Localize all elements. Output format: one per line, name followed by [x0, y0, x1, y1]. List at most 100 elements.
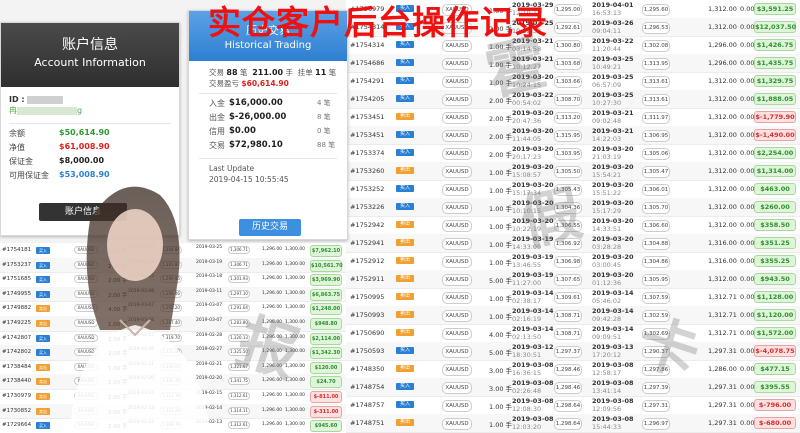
profit-loss: $355.25 [754, 255, 796, 267]
close-date: 2019-03-20 [592, 235, 634, 243]
open-time: 11:27:00 [512, 279, 542, 287]
order-type-badge: 卖出 [396, 257, 414, 264]
profit-loss: $-680.00 [754, 417, 796, 429]
table-row[interactable]: #1754291 买入 XAUUSD 1.00 手 2019-03-20 10:24:15… [346, 72, 800, 91]
stop-loss: 1,297.31 [708, 401, 737, 409]
profit-loss: $1,329.75 [754, 75, 796, 87]
symbol-pill: XAUUSD [442, 292, 472, 304]
close-date: 2019-03-26 [592, 19, 634, 27]
stop-loss: 1,286.00 [708, 365, 737, 373]
stop-loss: 1,312.00 [708, 95, 737, 103]
profit-loss: $-811.00 [310, 391, 342, 403]
stop-loss: 1,312.00 [708, 131, 737, 139]
summary-trade-unit: 笔 [239, 68, 248, 77]
order-id: #1748751 [350, 419, 385, 427]
open-time: 02:26:48 [512, 387, 542, 395]
order-type-badge: 买入 [36, 247, 50, 254]
take-profit: 0.00 [740, 257, 755, 265]
table-row[interactable]: #1750690 卖出 XAUUSD 4.00 手 2019-03-14 02:13:50… [346, 324, 800, 343]
table-row[interactable]: #1748350 卖出 XAUUSD 3.00 手 2019-03-08 16:36:15… [346, 360, 800, 379]
open-price: 1,313.20 [554, 112, 582, 124]
close-date: 2019-03-20 [592, 217, 634, 225]
table-row[interactable]: #1748754 买入 XAUUSD 3.00 手 2019-03-08 02:26:48… [346, 378, 800, 397]
order-id: #1753226 [350, 203, 385, 211]
open-time: 12:08:30 [512, 405, 542, 413]
stop-loss: 1,316.00 [708, 239, 737, 247]
order-type-badge: 买入 [396, 185, 414, 192]
account-name-prefix: 冉 [9, 106, 17, 115]
close-time: 11:20:44 [592, 45, 622, 53]
table-row[interactable]: #1754686 买入 XAUUSD 1.00 手 2019-03-21 10:12:27… [346, 54, 800, 73]
page-banner: 实仓客户后台操作记录 [208, 3, 548, 42]
take-profit: 1,300.00 [285, 247, 306, 252]
account-card-header: 账户信息 Account Information [1, 23, 179, 87]
profit-loss: $3,591.25 [754, 3, 796, 15]
open-time: 20:47:36 [512, 117, 542, 125]
profit-loss: $1,314.00 [754, 165, 796, 177]
history-trade-button[interactable]: 历史交易 [239, 219, 301, 236]
take-profit: 0.00 [740, 383, 755, 391]
table-row[interactable]: #1752912 卖出 XAUUSD 1.00 手 2019-03-19 13:46:55… [346, 252, 800, 271]
close-time: 15:44:33 [592, 423, 622, 431]
close-price: 1,296.53 [642, 22, 670, 34]
stop-loss: 1,297.31 [708, 347, 737, 355]
order-type-badge: 买入 [396, 77, 414, 84]
order-id: #1749882 [2, 305, 32, 312]
take-profit: 0.00 [740, 203, 755, 211]
profit-loss: $7,962.10 [310, 245, 342, 257]
order-id: #1750993 [350, 311, 385, 319]
take-profit: 0.00 [740, 167, 755, 175]
order-id: #1751685 [2, 276, 32, 283]
close-price: 1,314.11 [228, 406, 250, 415]
stop-loss: 1,312.00 [708, 149, 737, 157]
balance-label: 净值 [9, 143, 25, 152]
table-row[interactable]: #1750593 买入 XAUUSD 5.00 手 2019-03-12 18:30:51… [346, 342, 800, 361]
stop-loss: 1,296.00 [262, 276, 283, 282]
cashflow-label: 交易 [209, 141, 225, 150]
close-date: 2019-03-08 [592, 415, 634, 423]
take-profit: 0.00 [740, 23, 755, 31]
profit-loss: $943.50 [754, 273, 796, 285]
take-profit: 1,300.00 [285, 276, 306, 282]
balance-row: 净值 $61,008.90 [1, 142, 179, 156]
open-date: 2019-03-08 [512, 397, 554, 405]
stop-loss: 1,312.00 [708, 221, 737, 229]
order-id: #1742802 [2, 349, 32, 356]
table-row[interactable]: #1753374 买入 XAUUSD 2.00 手 2019-03-20 20:17:23… [346, 144, 800, 163]
close-time: 14:22:03 [592, 135, 622, 143]
take-profit: 0.00 [740, 221, 755, 229]
order-id: #1753252 [350, 185, 385, 193]
table-row[interactable]: #1750995 卖出 XAUUSD 1.00 手 2019-03-14 02:38:17… [346, 288, 800, 307]
summary-lots: 211.00 [252, 68, 284, 77]
table-row[interactable]: #1752911 卖出 XAUUSD 5.00 手 2019-03-19 11:27:00… [346, 270, 800, 289]
open-date: 2019-03-20 [512, 127, 554, 135]
order-id: #1748350 [350, 365, 385, 373]
stop-loss: 1,312.00 [708, 185, 737, 193]
order-type-badge: 买入 [396, 59, 414, 66]
stop-loss: 1,312.00 [708, 275, 737, 283]
stop-loss: 1,296.00 [262, 261, 283, 267]
table-row[interactable]: #1750993 卖出 XAUUSD 1.00 手 2019-03-14 02:16:19… [346, 306, 800, 325]
profit-loss: $120.00 [310, 361, 342, 374]
table-row[interactable]: #1754205 买入 XAUUSD 2.00 手 2019-03-22 00:54:02… [346, 90, 800, 109]
balance-row: 余额 $50,614.90 [1, 128, 179, 142]
lots: 3.00 手 [489, 385, 513, 393]
table-row[interactable]: #1753451 买入 XAUUSD 2.00 手 2019-03-20 11:44:05… [346, 126, 800, 145]
order-type-badge: 买入 [36, 422, 50, 430]
order-type-badge: 卖出 [396, 365, 414, 372]
order-id: #1750593 [350, 347, 385, 355]
table-row[interactable]: #1748751 卖出 XAUUSD 1.00 手 2019-03-08 12:03:20… [346, 414, 800, 433]
symbol-pill: XAUUSD [442, 382, 472, 394]
lots: 1.00 手 [489, 187, 513, 195]
order-type-badge: 卖出 [396, 293, 414, 300]
profit-loss: $948.80 [310, 318, 342, 330]
table-row[interactable]: #1748757 买入 XAUUSD 1.00 手 2019-03-08 12:08:30… [346, 396, 800, 415]
close-price: 1,305.06 [642, 148, 670, 160]
open-date: 2019-03-20 [512, 145, 554, 153]
cashflow-count: 8 笔 [317, 113, 331, 121]
take-profit: 1,300.00 [285, 261, 306, 267]
table-row[interactable]: #1753451 卖出 XAUUSD 2.00 手 2019-03-20 20:47:36… [346, 108, 800, 127]
take-profit: 0.00 [740, 329, 755, 337]
take-profit: 0.00 [740, 149, 755, 157]
open-date: 2019-03-14 [512, 325, 554, 333]
